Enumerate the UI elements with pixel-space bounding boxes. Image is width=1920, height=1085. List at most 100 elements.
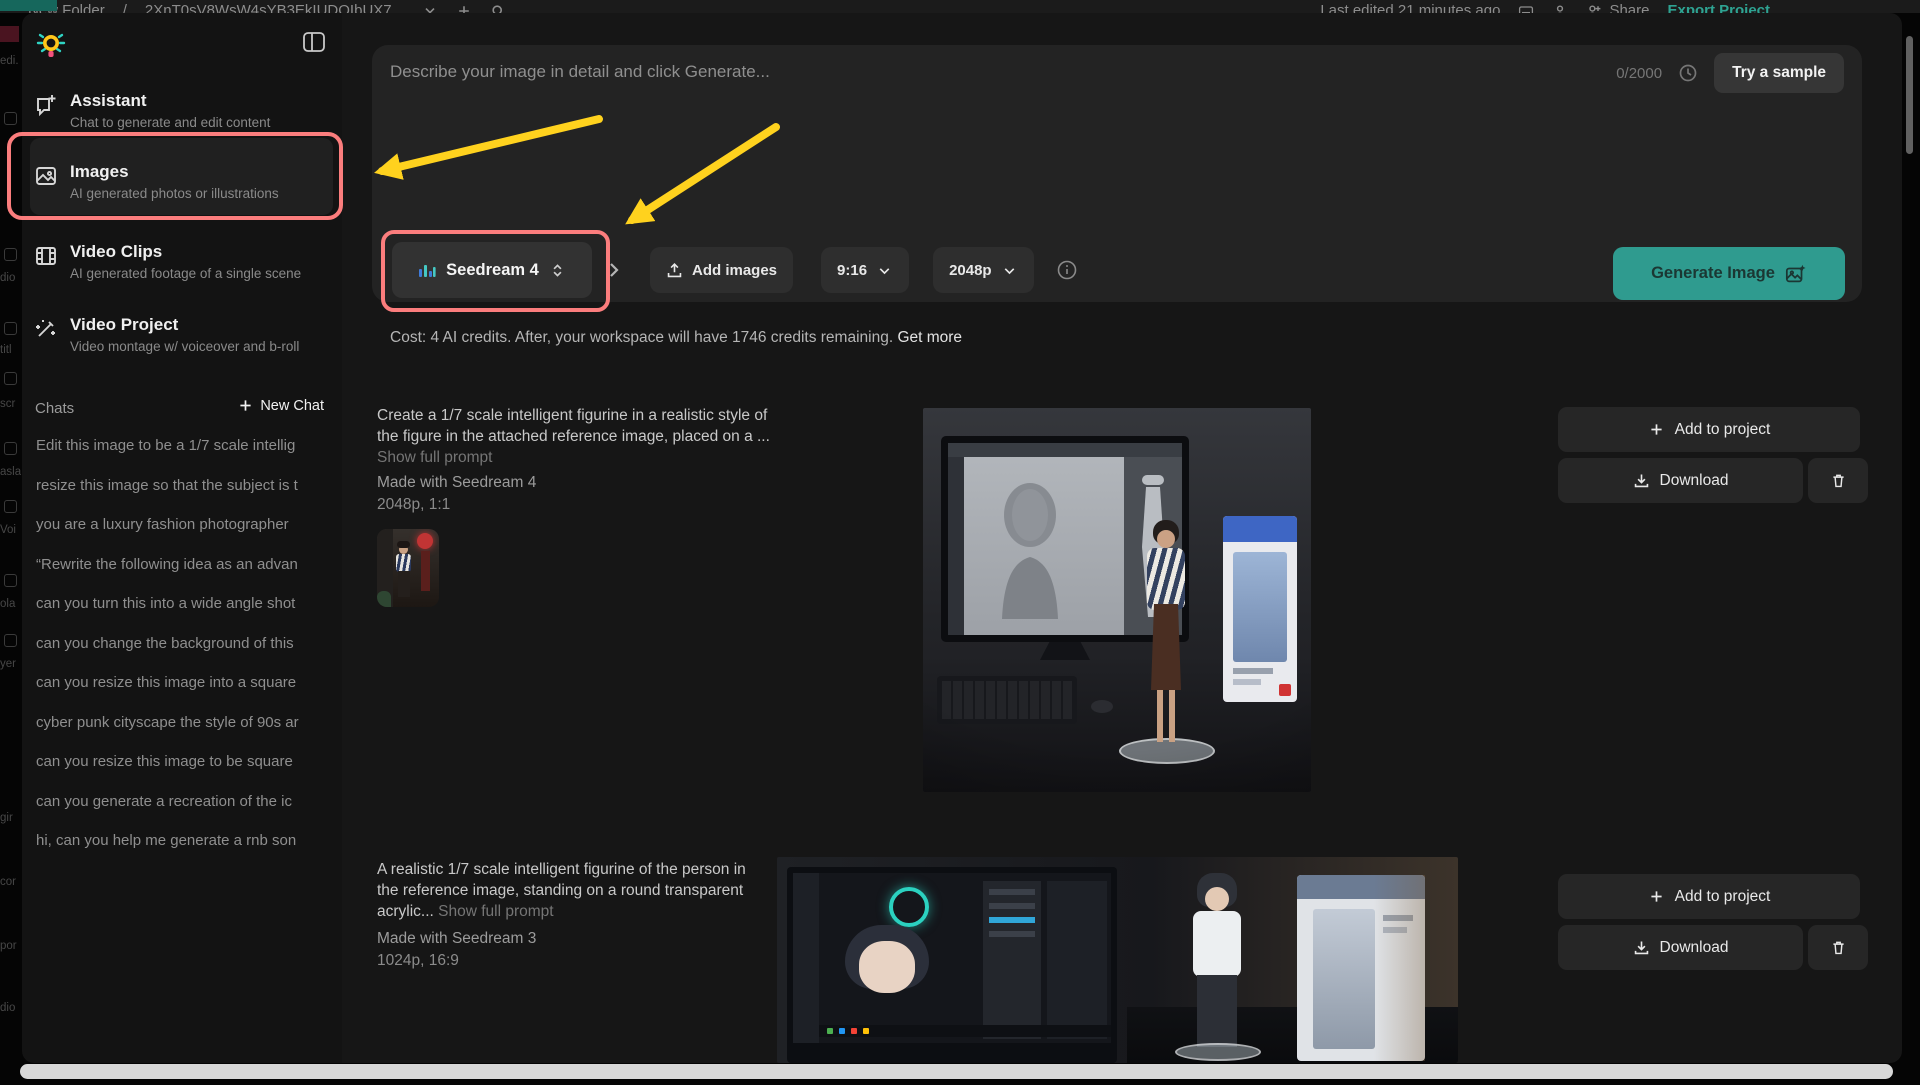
scrollbar-thumb[interactable] <box>1906 36 1913 154</box>
taskbar <box>819 1025 1111 1037</box>
download-icon <box>1633 472 1650 489</box>
clipped-tool-icon <box>4 322 17 335</box>
generated-image-2[interactable] <box>777 857 1458 1063</box>
export-project-button[interactable]: Export Project <box>1667 0 1770 13</box>
show-full-prompt-link[interactable]: Show full prompt <box>438 903 553 920</box>
ui-panel <box>1047 881 1107 1039</box>
result-model: Made with Seedream 4 <box>377 474 536 492</box>
result-meta: 1024p, 16:9 <box>377 952 459 970</box>
clipped-label: Voi <box>0 524 21 536</box>
clipped-tool-icon <box>4 634 17 647</box>
upload-icon <box>666 262 683 279</box>
screen-sidebar <box>793 873 819 1043</box>
clipped-label: yer <box>0 658 21 670</box>
plant <box>377 591 391 607</box>
chat-item[interactable]: can you resize this image into a square <box>36 674 308 696</box>
main-panel: Describe your image in detail and click … <box>342 13 1902 1063</box>
generated-image-1[interactable] <box>923 408 1311 792</box>
add-images-button[interactable]: Add images <box>650 247 793 293</box>
chat-item[interactable]: hi, can you help me generate a rnb son <box>36 832 308 854</box>
clipped-tool-icon <box>4 442 17 455</box>
trash-icon <box>1830 472 1847 489</box>
chat-item[interactable]: can you turn this into a wide angle shot <box>36 595 308 617</box>
prompt-composer: Describe your image in detail and click … <box>372 45 1862 302</box>
user-icon[interactable] <box>1552 3 1568 13</box>
trash-icon <box>1830 939 1847 956</box>
chat-item[interactable]: resize this image so that the subject is… <box>36 477 308 499</box>
search-icon[interactable] <box>490 3 506 13</box>
nav-title: Assistant <box>70 91 147 111</box>
result-prompt: Create a 1/7 scale intelligent figurine … <box>377 405 771 468</box>
model-selector[interactable]: Seedream 4 <box>392 242 592 298</box>
clipped-label: scr <box>0 398 21 410</box>
resolution-dropdown[interactable]: 2048p <box>933 247 1034 293</box>
chevron-down-icon[interactable] <box>422 3 438 13</box>
sidebar-item-video-project[interactable]: Video Project Video montage w/ voiceover… <box>22 315 342 367</box>
result-prompt: A realistic 1/7 scale intelligent figuri… <box>377 859 771 922</box>
chat-plus-icon <box>34 93 58 117</box>
image-sparkle-icon <box>1785 263 1807 285</box>
try-sample-button[interactable]: Try a sample <box>1714 53 1844 93</box>
clipped-tool-icon <box>4 112 17 125</box>
history-clock-icon[interactable] <box>1678 63 1698 83</box>
info-icon[interactable] <box>1056 259 1078 281</box>
download-button[interactable]: Download <box>1558 925 1803 970</box>
share-person-plus-icon <box>1586 3 1602 13</box>
delete-button[interactable] <box>1808 458 1868 503</box>
clipped-label: edi. <box>0 55 21 67</box>
sidebar-item-assistant[interactable]: Assistant Chat to generate and edit cont… <box>22 91 342 143</box>
add-to-project-button[interactable]: Add to project <box>1558 407 1860 452</box>
plus-icon <box>237 397 254 414</box>
image-icon <box>34 164 58 188</box>
collapse-sidebar-icon[interactable] <box>302 31 326 53</box>
clipped-label: asla <box>0 466 21 478</box>
clipped-media-thumb-maroon <box>0 26 19 42</box>
clipped-tool-icon <box>4 248 17 261</box>
chat-item[interactable]: can you resize this image to be square <box>36 753 308 775</box>
get-more-link[interactable]: Get more <box>897 329 962 346</box>
chat-item[interactable]: you are a luxury fashion photographer <box>36 516 308 538</box>
person-hair <box>397 541 410 548</box>
clipped-label: ola <box>0 598 21 610</box>
topbar: New Folder / 2XnT0sV8WsW4sYB3EkIUDOIbUX7… <box>0 0 1920 13</box>
sidebar-item-images[interactable]: Images AI generated photos or illustrati… <box>22 162 342 214</box>
seedream-bars-icon <box>418 261 436 279</box>
download-button[interactable]: Download <box>1558 458 1803 503</box>
prompt-input[interactable]: Describe your image in detail and click … <box>390 62 770 82</box>
sidebar-item-video-clips[interactable]: Video Clips AI generated footage of a si… <box>22 242 342 294</box>
breadcrumb-project-id[interactable]: 2XnT0sV8WsW4sYB3EkIUDOIbUX7... <box>145 0 404 13</box>
breadcrumb-separator: / <box>123 0 127 13</box>
plus-icon <box>1648 421 1665 438</box>
keyboard-icon[interactable] <box>1518 3 1534 13</box>
monitor <box>787 867 1117 1063</box>
show-full-prompt-link[interactable]: Show full prompt <box>377 449 492 466</box>
red-lantern <box>417 533 433 549</box>
chevron-down-icon <box>876 262 893 279</box>
chat-item[interactable]: cyber punk cityscape the style of 90s ar <box>36 714 308 736</box>
plus-icon[interactable] <box>456 3 472 13</box>
lightbulb-icon[interactable] <box>36 29 66 61</box>
chat-item[interactable]: can you change the background of this <box>36 635 308 657</box>
warm-light <box>1297 875 1425 1061</box>
teal-ring <box>889 887 929 927</box>
chevron-right-icon[interactable] <box>606 262 622 278</box>
chat-item[interactable]: Edit this image to be a 1/7 scale intell… <box>36 437 308 459</box>
delete-button[interactable] <box>1808 925 1868 970</box>
share-button[interactable]: Share <box>1586 0 1649 13</box>
reference-thumbnail[interactable] <box>377 529 439 607</box>
sign-board <box>421 551 430 591</box>
add-to-project-button[interactable]: Add to project <box>1558 874 1860 919</box>
chevron-down-icon <box>1001 262 1018 279</box>
generate-image-button[interactable]: Generate Image <box>1613 247 1845 300</box>
chat-item[interactable]: “Rewrite the following idea as an advan <box>36 556 308 578</box>
clipped-tool-icon <box>4 574 17 587</box>
monitor-screen <box>793 873 1111 1043</box>
film-icon <box>34 244 58 268</box>
anime-face <box>859 941 915 993</box>
aspect-ratio-dropdown[interactable]: 9:16 <box>821 247 909 293</box>
chat-item[interactable]: can you generate a recreation of the ic <box>36 793 308 815</box>
timeline-scrollbar[interactable] <box>20 1064 1893 1079</box>
figurine-pants <box>1197 975 1237 1047</box>
clipped-tool-icon <box>4 500 17 513</box>
new-chat-button[interactable]: New Chat <box>237 397 324 414</box>
